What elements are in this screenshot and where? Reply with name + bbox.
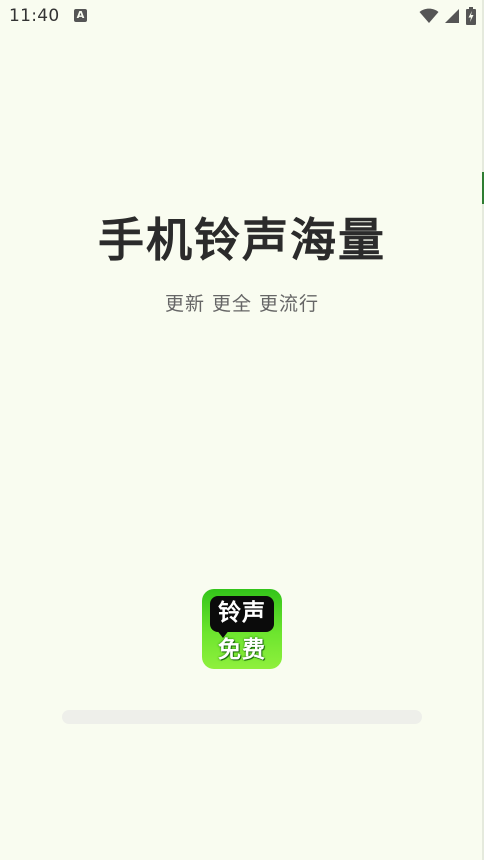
app-logo-line2: 免费 <box>218 637 266 663</box>
splash-title: 手机铃声海量 <box>98 213 386 267</box>
splash-subtitle: 更新 更全 更流行 <box>164 293 320 315</box>
wifi-icon <box>419 8 439 24</box>
app-logo-icon: 铃声 免费 <box>202 589 282 669</box>
status-icons <box>419 6 476 26</box>
status-time: 11:40 <box>9 6 60 26</box>
loading-progress-bar <box>62 710 422 724</box>
battery-charging-icon <box>466 7 476 25</box>
signal-icon <box>445 8 460 24</box>
status-bar: 11:40 A <box>0 0 484 36</box>
notification-a-icon: A <box>74 9 87 22</box>
app-logo-line1: 铃声 <box>218 600 266 626</box>
